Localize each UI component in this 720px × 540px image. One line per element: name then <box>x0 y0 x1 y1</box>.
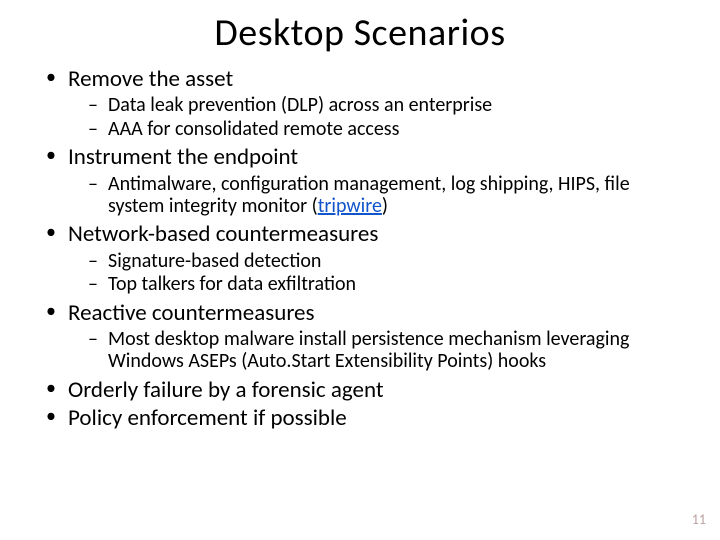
sub-item: Data leak prevention (DLP) across an ent… <box>86 94 690 116</box>
slide: Desktop Scenarios Remove the asset Data … <box>0 0 720 540</box>
bullet-item: Reactive countermeasures Most desktop ma… <box>42 300 690 373</box>
bullet-item: Remove the asset Data leak prevention (D… <box>42 66 690 140</box>
sub-list: Antimalware, configuration management, l… <box>86 173 690 218</box>
tripwire-link[interactable]: tripwire <box>318 194 382 218</box>
bullet-text: Reactive countermeasures <box>68 299 315 327</box>
sub-list: Signature-based detection Top talkers fo… <box>86 250 690 296</box>
sub-list: Most desktop malware install persistence… <box>86 328 690 373</box>
sub-text-suffix: ) <box>382 194 388 218</box>
sub-item: AAA for consolidated remote access <box>86 118 690 140</box>
bullet-item: Policy enforcement if possible <box>42 405 690 431</box>
bullet-list: Remove the asset Data leak prevention (D… <box>42 66 690 432</box>
slide-title: Desktop Scenarios <box>30 10 690 56</box>
bullet-text: Remove the asset <box>68 65 233 93</box>
bullet-item: Network-based countermeasures Signature-… <box>42 221 690 295</box>
bullet-text: Orderly failure by a forensic agent <box>68 376 384 404</box>
bullet-text: Network-based countermeasures <box>68 220 378 248</box>
sub-item: Signature-based detection <box>86 250 690 272</box>
sub-item: Antimalware, configuration management, l… <box>86 173 690 218</box>
bullet-item: Orderly failure by a forensic agent <box>42 377 690 403</box>
sub-list: Data leak prevention (DLP) across an ent… <box>86 94 690 140</box>
sub-item: Most desktop malware install persistence… <box>86 328 690 373</box>
sub-item: Top talkers for data exfiltration <box>86 273 690 295</box>
page-number: 11 <box>692 511 706 528</box>
bullet-item: Instrument the endpoint Antimalware, con… <box>42 144 690 217</box>
bullet-text: Policy enforcement if possible <box>68 404 347 432</box>
bullet-text: Instrument the endpoint <box>68 143 298 171</box>
